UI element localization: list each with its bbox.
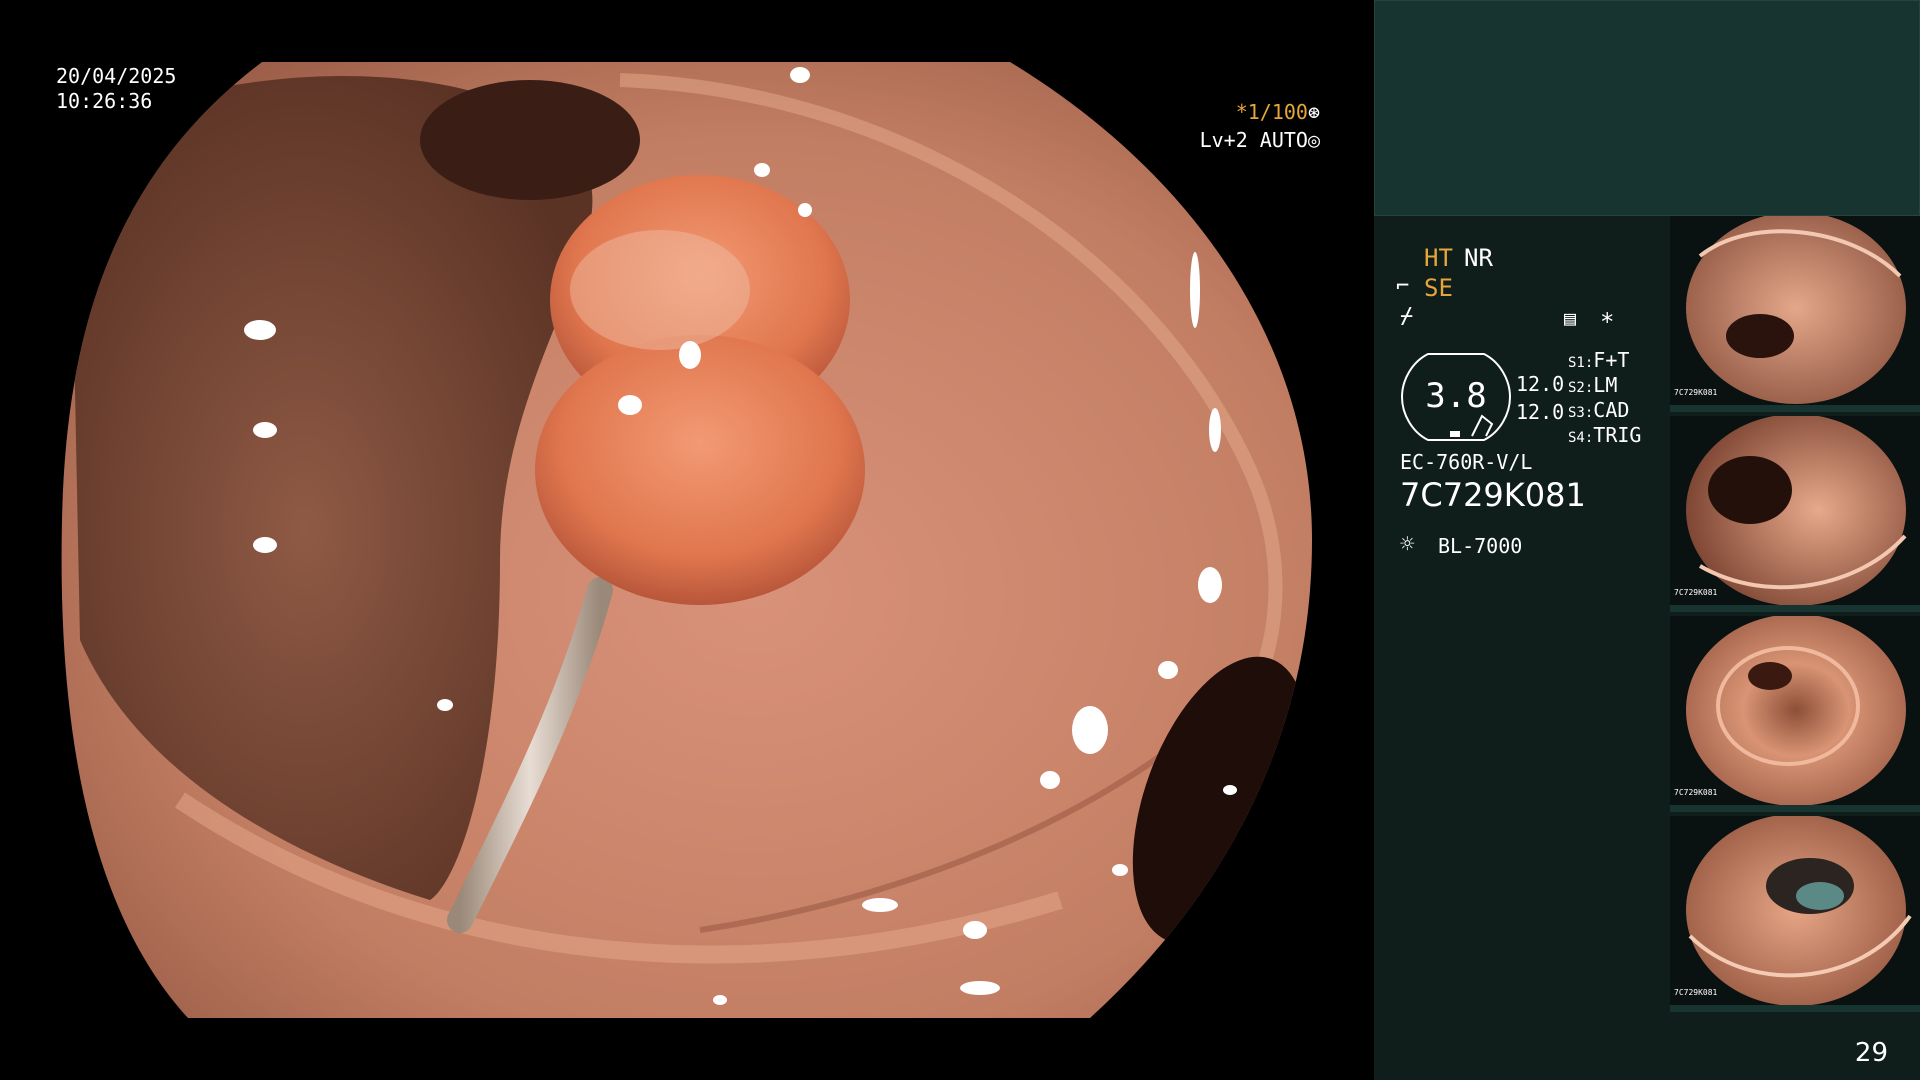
switch-value: LM xyxy=(1593,373,1618,397)
star-indicator: * xyxy=(1600,308,1615,336)
shutter-text: *1/100 xyxy=(1235,100,1308,124)
switch-value: TRIG xyxy=(1593,423,1642,447)
thumbnail-bar xyxy=(1670,405,1920,412)
thumbnail-label: 7C729K081 xyxy=(1674,388,1718,397)
page-number: 29 xyxy=(1854,1038,1888,1068)
switch-key: S1: xyxy=(1568,355,1594,371)
thumbnail-bar xyxy=(1670,1005,1920,1012)
switch-value: CAD xyxy=(1593,398,1630,422)
time-text: 10:26:36 xyxy=(56,89,153,113)
switch-key: S3: xyxy=(1568,405,1594,421)
aperture-icon: ⊛ xyxy=(1307,100,1320,124)
scope-model: EC-760R-V/L xyxy=(1400,450,1533,474)
light-source-icon: ☼ xyxy=(1400,530,1415,558)
timestamp: 20/04/2025 10:26:36 xyxy=(56,64,176,114)
thumbnail-strip: 7C729K081 28 7C729K081 27 7C729K081 xyxy=(1670,216,1920,1016)
light-source-label: BL-7000 xyxy=(1438,534,1523,558)
endoscope-main-view: 20/04/2025 10:26:36 *1/100⊛ Lv+2 AUTO◎ xyxy=(0,0,1372,1080)
thumbnail-item[interactable]: 7C729K081 27 xyxy=(1670,416,1920,612)
switch-key: S4: xyxy=(1568,430,1594,446)
thumbnail-item[interactable]: 7C729K081 25 xyxy=(1670,816,1920,1012)
info-panel: HT NR ⌐ SE ⌿ ▤ * 3.8 12.0 12.0 S1:F+T S2… xyxy=(1374,0,1920,1080)
enhancement-bottom: 12.0 xyxy=(1516,400,1565,424)
thumbnail-label: 7C729K081 xyxy=(1674,588,1718,597)
scope-tip-icon: ⌐ xyxy=(1396,274,1410,299)
shutter-readout: *1/100⊛ xyxy=(1236,100,1320,124)
thumbnail-image xyxy=(1686,616,1906,806)
level-readout: Lv+2 AUTO◎ xyxy=(1200,128,1320,152)
thumbnail-image xyxy=(1686,816,1912,1006)
zoom-value: 3.8 xyxy=(1425,376,1487,416)
memo-icon: ▤ xyxy=(1564,306,1577,330)
switch-s3: S3:CAD xyxy=(1568,398,1629,422)
thumbnail-bar xyxy=(1670,605,1920,612)
nr-label: NR xyxy=(1464,244,1493,272)
scope-serial: 7C729K081 xyxy=(1400,476,1586,514)
ht-label: HT xyxy=(1424,244,1453,272)
endoscope-image xyxy=(61,62,1313,1018)
thumbnail-image xyxy=(1686,416,1907,606)
freeze-icon: ⌿ xyxy=(1400,304,1414,329)
switch-s2: S2:LM xyxy=(1568,373,1617,397)
thumbnail-label: 7C729K081 xyxy=(1674,788,1718,797)
thumbnail-image xyxy=(1686,216,1906,404)
thumbnail-bar xyxy=(1670,805,1920,812)
switch-s4: S4:TRIG xyxy=(1568,423,1641,447)
switch-value: F+T xyxy=(1593,348,1630,372)
enhancement-top: 12.0 xyxy=(1516,372,1565,396)
switch-s1: S1:F+T xyxy=(1568,348,1629,372)
iris-icon: ◎ xyxy=(1307,128,1320,152)
panel-header-area xyxy=(1374,0,1920,216)
se-label: SE xyxy=(1424,274,1453,302)
date-text: 20/04/2025 xyxy=(56,64,177,88)
thumbnail-item[interactable]: 7C729K081 28 xyxy=(1670,216,1920,412)
thumbnail-label: 7C729K081 xyxy=(1674,988,1718,997)
level-text: Lv+2 AUTO xyxy=(1199,128,1308,152)
thumbnail-item[interactable]: 7C729K081 26 xyxy=(1670,616,1920,812)
switch-key: S2: xyxy=(1568,380,1594,396)
zoom-indicator: 3.8 xyxy=(1400,352,1512,442)
